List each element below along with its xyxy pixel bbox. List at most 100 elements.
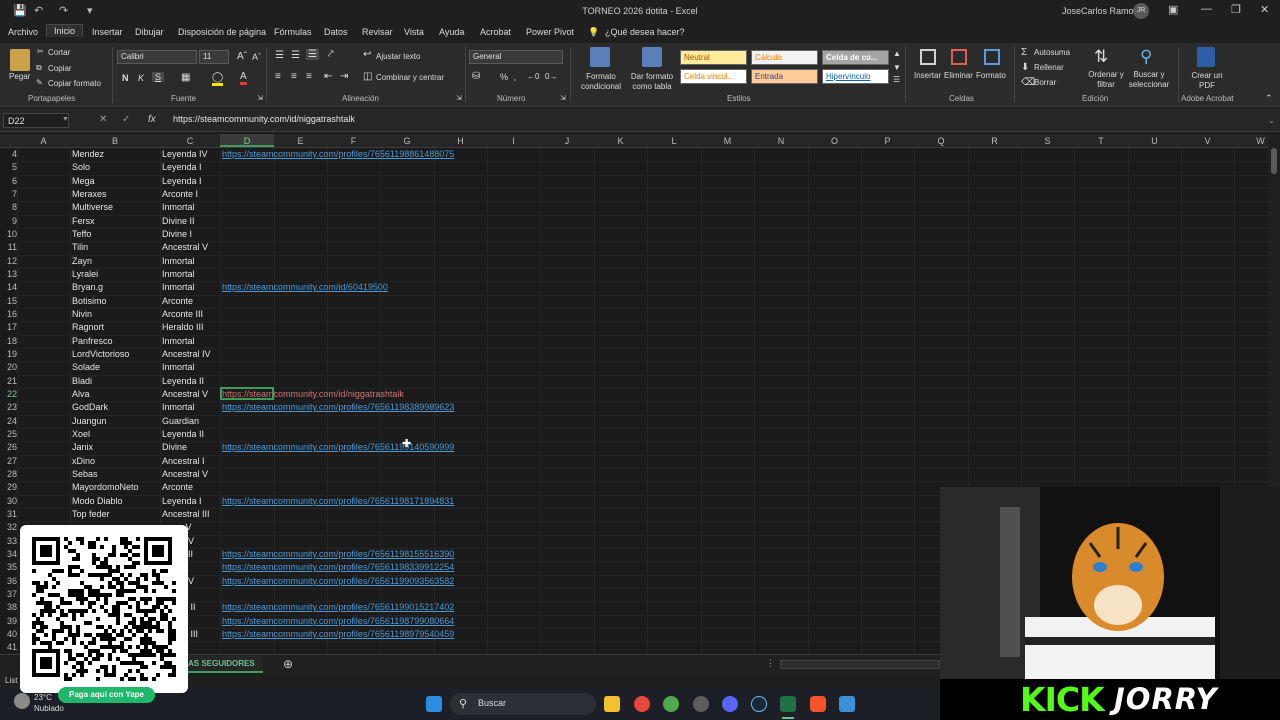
row-header[interactable]: 6 xyxy=(0,176,17,186)
column-header[interactable]: I xyxy=(487,136,540,146)
cell-player-name[interactable]: xDino xyxy=(72,456,95,466)
format-as-table-icon[interactable] xyxy=(642,47,662,67)
column-header[interactable]: C xyxy=(160,136,220,146)
cell-player-name[interactable]: Teffo xyxy=(72,229,91,239)
delete-cells-icon[interactable] xyxy=(951,49,967,65)
column-header[interactable]: N xyxy=(754,136,808,146)
cell-steam-link[interactable]: https://steamcommunity.com/profiles/7656… xyxy=(222,496,454,506)
cell-player-name[interactable]: Bryan.g xyxy=(72,282,103,292)
comma-style-icon[interactable]: ‚ xyxy=(514,72,516,82)
tab-ayuda[interactable]: Ayuda xyxy=(439,27,464,37)
cell-player-name[interactable]: Sebas xyxy=(72,469,98,479)
cell-player-name[interactable]: Meraxes xyxy=(72,189,107,199)
row-header[interactable]: 34 xyxy=(0,549,17,559)
cell-rank[interactable]: Ancestral III xyxy=(162,509,210,519)
cell-steam-link[interactable]: https://steamcommunity.com/profiles/7656… xyxy=(222,149,454,159)
cell-steam-link[interactable]: https://steamcommunity.com/profiles/7656… xyxy=(222,629,454,639)
borders-icon[interactable]: ▦ xyxy=(181,72,190,83)
tab-dibujar[interactable]: Dibujar xyxy=(135,27,164,37)
tab-revisar[interactable]: Revisar xyxy=(362,27,393,37)
redo-icon[interactable]: ↷ xyxy=(59,4,68,17)
name-box[interactable]: D22 xyxy=(3,113,69,128)
save-icon[interactable]: 💾 xyxy=(13,4,27,17)
user-name[interactable]: JoseCarlos Ramos xyxy=(1062,6,1138,16)
row-header[interactable]: 15 xyxy=(0,296,17,306)
notepad-icon[interactable] xyxy=(839,696,855,712)
row-header[interactable]: 20 xyxy=(0,362,17,372)
align-left-icon[interactable]: ≡ xyxy=(275,71,281,82)
row-header[interactable]: 26 xyxy=(0,442,17,452)
column-header[interactable]: S xyxy=(1021,136,1074,146)
minimize-button[interactable]: — xyxy=(1201,3,1212,15)
cell-player-name[interactable]: Alva xyxy=(72,389,90,399)
cell-player-name[interactable]: Tilin xyxy=(72,242,88,252)
settings-icon[interactable] xyxy=(693,696,709,712)
cell-player-name[interactable]: Zayn xyxy=(72,256,92,266)
row-header[interactable]: 32 xyxy=(0,522,17,532)
fill-color-icon[interactable]: ◯ xyxy=(212,72,224,86)
cell-rank[interactable]: Arconte III xyxy=(162,309,203,319)
cell-player-name[interactable]: Ragnort xyxy=(72,322,104,332)
cell-steam-link[interactable]: https://steamcommunity.com/profiles/7656… xyxy=(222,616,454,626)
row-header[interactable]: 29 xyxy=(0,482,17,492)
italic-button[interactable]: K xyxy=(138,73,144,83)
column-header[interactable]: Q xyxy=(914,136,968,146)
insert-button[interactable]: Insertar xyxy=(914,71,941,80)
column-header[interactable]: M xyxy=(701,136,754,146)
row-header[interactable]: 14 xyxy=(0,282,17,292)
cell-rank[interactable]: Arconte xyxy=(162,482,193,492)
conditional-format-icon[interactable] xyxy=(590,47,610,67)
row-header[interactable]: 21 xyxy=(0,376,17,386)
styles-scroll-down-icon[interactable]: ▼ xyxy=(893,63,901,72)
column-header[interactable]: G xyxy=(380,136,434,146)
taskbar-search[interactable]: ⚲ Buscar xyxy=(450,693,596,715)
tab-acrobat[interactable]: Acrobat xyxy=(480,27,511,37)
column-header[interactable]: B xyxy=(70,136,160,146)
row-header[interactable]: 37 xyxy=(0,589,17,599)
column-header-selected[interactable]: D xyxy=(220,134,274,147)
add-sheet-icon[interactable]: ⊕ xyxy=(283,657,293,671)
cell-rank[interactable]: Leyenda II xyxy=(162,429,204,439)
cell-player-name[interactable]: Solade xyxy=(72,362,100,372)
style-neutral[interactable]: Neutral xyxy=(680,50,747,65)
align-right-icon[interactable]: ≡ xyxy=(306,71,312,82)
cell-rank[interactable]: Leyenda II xyxy=(162,376,204,386)
cell-rank[interactable]: Leyenda I xyxy=(162,176,202,186)
row-header[interactable]: 11 xyxy=(0,242,17,252)
tab-inicio[interactable]: Inicio xyxy=(46,24,84,37)
cut-icon[interactable]: ✂ xyxy=(37,47,44,56)
horizontal-scrollbar[interactable] xyxy=(780,660,940,669)
row-header[interactable]: 23 xyxy=(0,402,17,412)
row-header[interactable]: 8 xyxy=(0,202,17,212)
column-header[interactable]: J xyxy=(540,136,594,146)
row-header[interactable]: 31 xyxy=(0,509,17,519)
cell-player-name[interactable]: Bladi xyxy=(72,376,92,386)
ribbon-display-icon[interactable]: ▣ xyxy=(1168,3,1178,16)
styles-scroll-up-icon[interactable]: ▲ xyxy=(893,49,901,58)
cell-player-name[interactable]: Solo xyxy=(72,162,90,172)
cell-player-name[interactable]: GodDark xyxy=(72,402,108,412)
tab-split-handle-icon[interactable]: ⋮ xyxy=(766,658,775,669)
autosum-button[interactable]: Autosuma xyxy=(1034,48,1070,57)
underline-button[interactable]: S xyxy=(152,72,165,82)
column-header[interactable]: T xyxy=(1074,136,1128,146)
chrome-icon[interactable] xyxy=(634,696,650,712)
cell-player-name[interactable]: Nivin xyxy=(72,309,92,319)
row-header[interactable]: 9 xyxy=(0,216,17,226)
style-celda-vinculada[interactable]: Celda vincul... xyxy=(680,69,747,84)
cell-player-name[interactable]: Modo Diablo xyxy=(72,496,123,506)
cell-rank[interactable]: Ancestral IV xyxy=(162,349,211,359)
avatar[interactable]: JR xyxy=(1133,3,1149,19)
row-header[interactable]: 10 xyxy=(0,229,17,239)
steam-icon[interactable] xyxy=(751,696,767,712)
cell-player-name[interactable]: Botisimo xyxy=(72,296,107,306)
increase-font-icon[interactable]: Aˆ xyxy=(237,51,247,62)
expand-formula-icon[interactable]: ⌄ xyxy=(1268,116,1275,125)
cell-player-name[interactable]: Multiverse xyxy=(72,202,113,212)
find-select-button[interactable]: Buscar y seleccionar xyxy=(1124,70,1174,90)
sort-filter-button[interactable]: Ordenar y filtrar xyxy=(1086,70,1126,90)
cell-player-name[interactable]: Juangun xyxy=(72,416,107,426)
number-dialog-icon[interactable]: ⇲ xyxy=(560,94,566,102)
cell-rank[interactable]: Arconte I xyxy=(162,189,198,199)
format-painter-button[interactable]: Copiar formato xyxy=(48,79,101,88)
